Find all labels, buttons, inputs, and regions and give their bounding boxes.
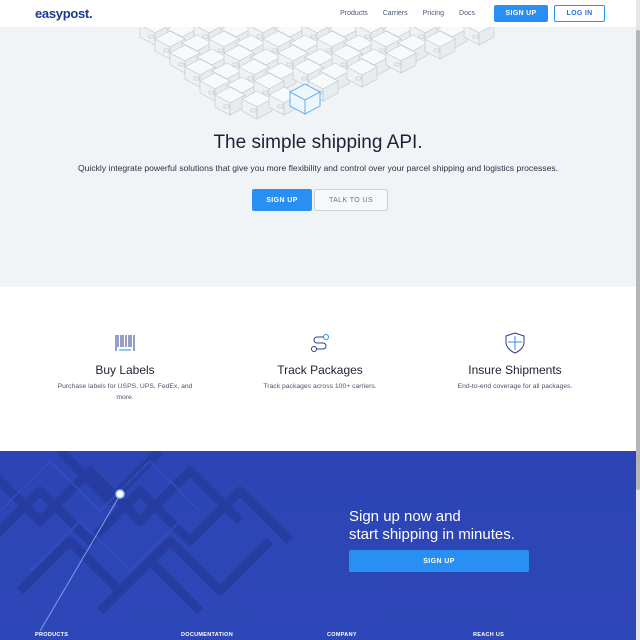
hero-title: The simple shipping API. — [213, 132, 423, 153]
easypost-logo[interactable]: easypost. — [35, 6, 93, 21]
signup-cta-section: Sign up now and start shipping in minute… — [0, 451, 636, 640]
feature-insure-shipments: Insure Shipments End-to-end coverage for… — [440, 331, 590, 392]
hero-talk-button[interactable]: TALK TO US — [314, 189, 388, 211]
hero-buttons: SIGN UP TALK TO US — [252, 189, 388, 211]
nav-link-carriers[interactable]: Carriers — [383, 10, 408, 17]
hero-signup-button[interactable]: SIGN UP — [252, 189, 312, 211]
feature-desc: End-to-end coverage for all packages. — [457, 383, 573, 390]
feature-title: Track Packages — [277, 363, 363, 377]
shield-icon — [505, 332, 525, 354]
feature-desc: Track packages across 100+ carriers. — [263, 383, 377, 390]
route-point-icon — [115, 489, 125, 499]
barcode-icon — [115, 335, 135, 351]
nav-link-pricing[interactable]: Pricing — [423, 10, 444, 17]
isometric-boxes-illustration — [139, 27, 495, 120]
top-nav: easypost. Products Carriers Pricing Docs… — [0, 0, 636, 27]
hero-section: The simple shipping API. Quickly integra… — [0, 27, 636, 287]
footer-heading-products: PRODUCTS — [35, 632, 69, 638]
feature-title: Buy Labels — [95, 363, 155, 377]
nav-signup-button[interactable]: SIGN UP — [494, 5, 548, 22]
feature-buy-labels: Buy Labels Purchase labels for USPS, UPS… — [50, 331, 200, 403]
nav-links: Products Carriers Pricing Docs SIGN UP L… — [340, 0, 636, 27]
nav-link-products[interactable]: Products — [340, 10, 368, 17]
scrollbar-thumb[interactable] — [636, 30, 640, 490]
footer-heading-documentation: DOCUMENTATION — [181, 632, 233, 638]
cta-title: Sign up now and start shipping in minute… — [349, 508, 515, 544]
feature-track-packages: Track Packages Track packages across 100… — [245, 331, 395, 392]
route-lines-illustration — [0, 451, 294, 632]
footer-headings: PRODUCTS DOCUMENTATION COMPANY REACH US — [0, 632, 636, 640]
cta-title-line1: Sign up now and — [349, 508, 461, 525]
features-section: Buy Labels Purchase labels for USPS, UPS… — [0, 287, 636, 451]
cta-signup-button[interactable]: SIGN UP — [349, 550, 529, 572]
nav-link-docs[interactable]: Docs — [459, 10, 475, 17]
nav-login-button[interactable]: LOG IN — [554, 5, 605, 22]
footer-heading-company: COMPANY — [327, 632, 357, 638]
cta-title-line2: start shipping in minutes. — [349, 526, 515, 543]
feature-desc: Purchase labels for USPS, UPS, FedEx, an… — [57, 383, 193, 401]
hero-subtitle: Quickly integrate powerful solutions tha… — [77, 163, 559, 173]
feature-title: Insure Shipments — [468, 363, 562, 377]
footer-heading-reach-us: REACH US — [473, 632, 505, 638]
page-scrollbar[interactable] — [636, 0, 640, 640]
route-icon — [311, 334, 329, 352]
